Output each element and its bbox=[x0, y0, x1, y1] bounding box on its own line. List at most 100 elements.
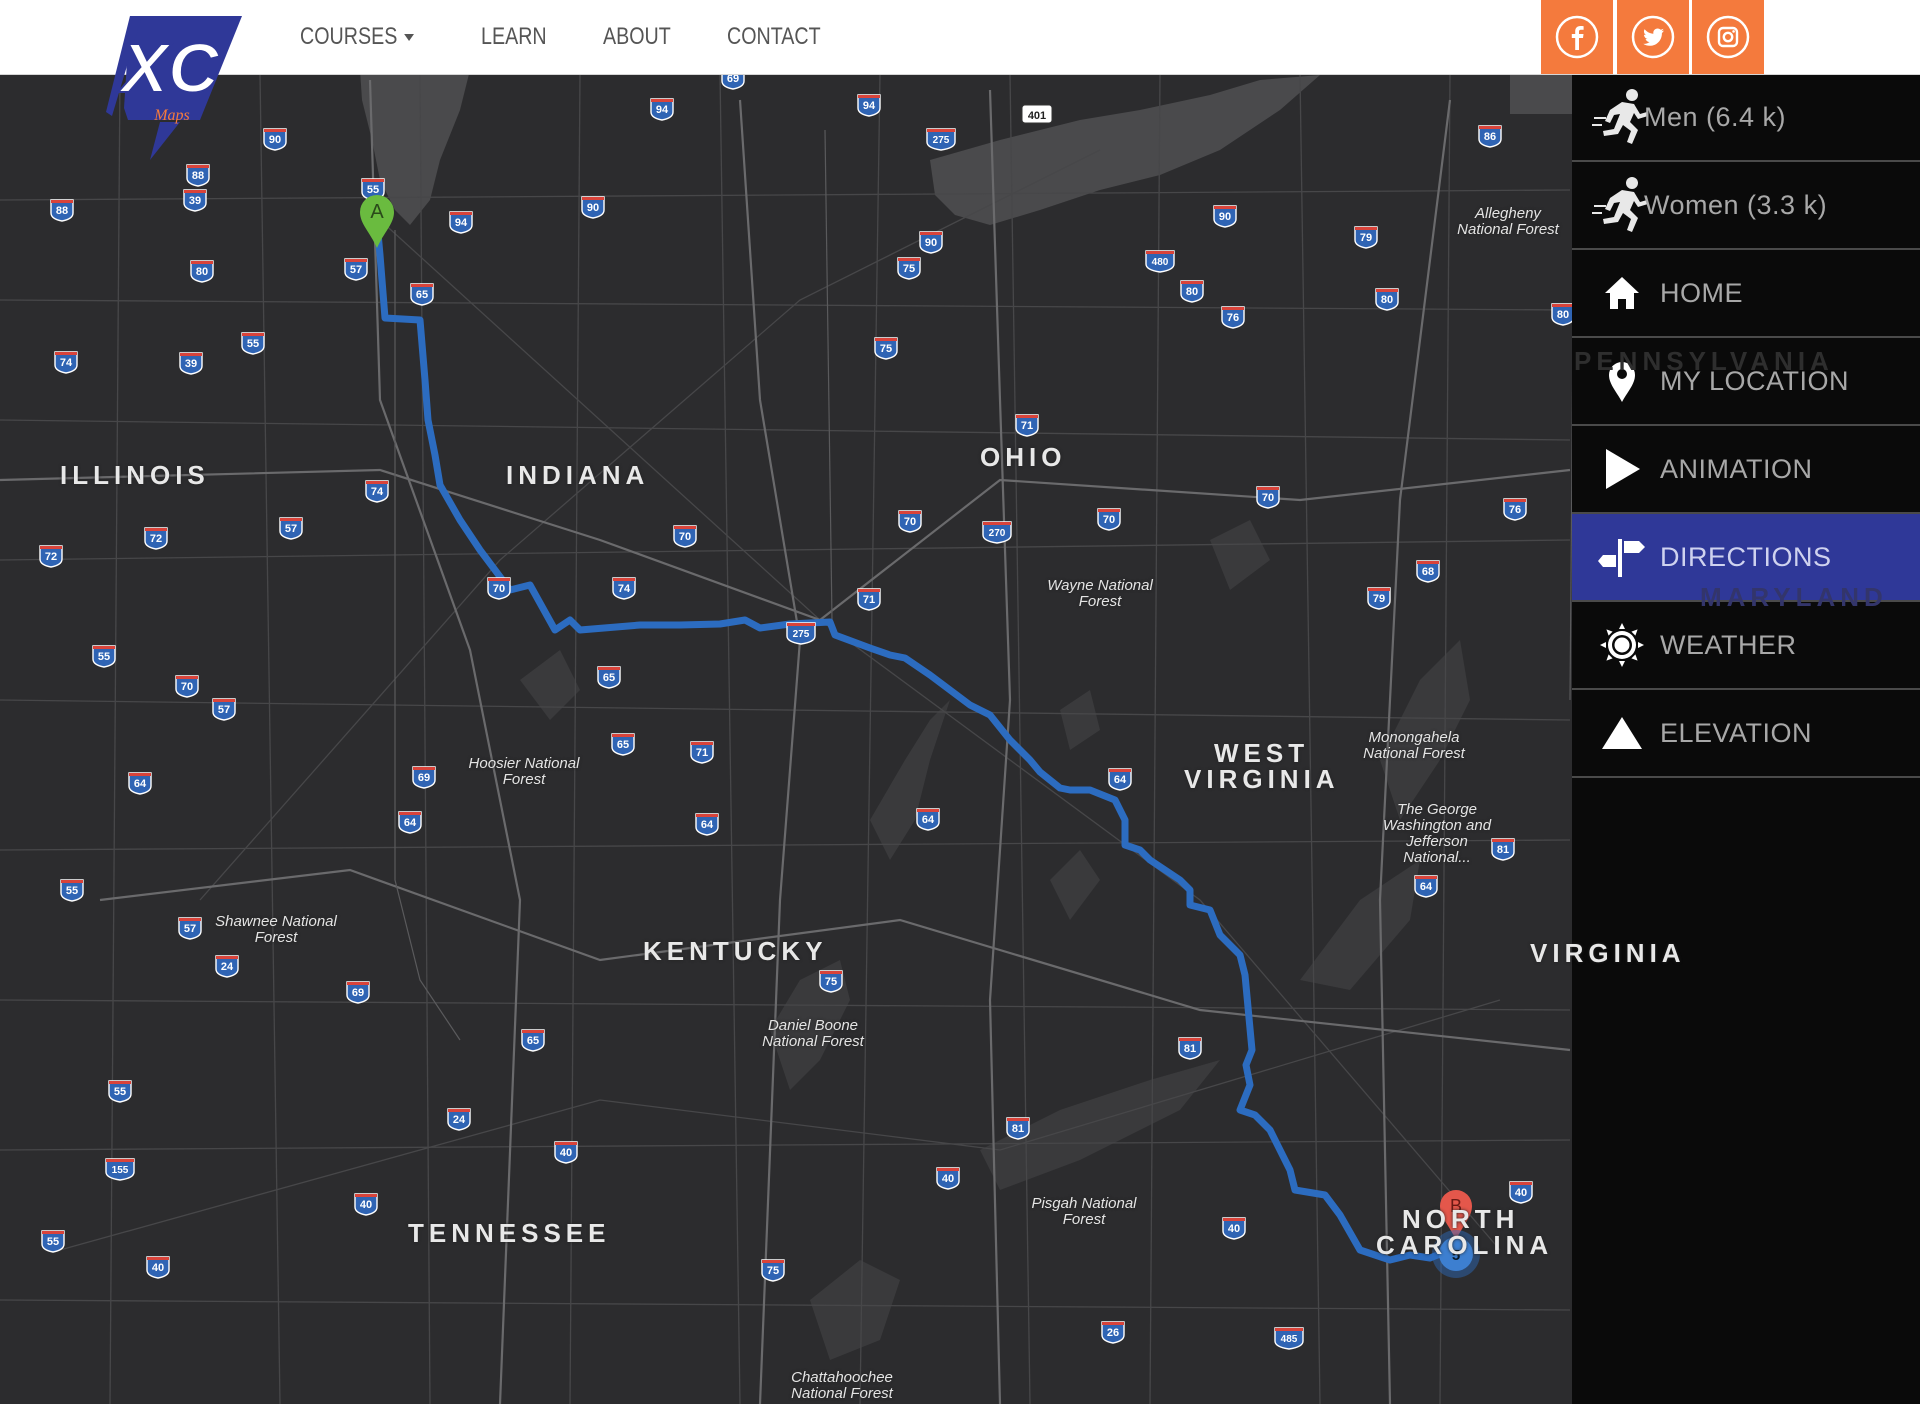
nav-contact[interactable]: CONTACT bbox=[727, 23, 821, 51]
svg-text:55: 55 bbox=[114, 1086, 126, 1098]
sidebar-item-women[interactable]: Women (3.3 k) bbox=[1572, 162, 1920, 250]
highway-shield: 24 bbox=[215, 955, 239, 978]
state-label-kentucky: KENTUCKY bbox=[643, 936, 828, 966]
svg-text:64: 64 bbox=[134, 778, 147, 790]
sidebar-item-men[interactable]: Men (6.4 k) bbox=[1572, 74, 1920, 162]
highway-shield: 81 bbox=[1006, 1117, 1030, 1140]
svg-text:65: 65 bbox=[617, 739, 629, 751]
instagram-button[interactable] bbox=[1692, 0, 1764, 74]
svg-text:70: 70 bbox=[679, 531, 691, 543]
highway-shield: 55 bbox=[60, 879, 84, 902]
highway-shield: 64 bbox=[916, 808, 940, 831]
highway-shield: 40 bbox=[1509, 1181, 1533, 1204]
highway-shield: 74 bbox=[612, 577, 636, 600]
highway-shield: 88 bbox=[186, 164, 210, 187]
highway-shield: 94 bbox=[650, 98, 674, 121]
svg-text:39: 39 bbox=[189, 195, 201, 207]
chevron-down-icon bbox=[403, 34, 414, 42]
sidebar-item-weather[interactable]: WEATHER bbox=[1572, 602, 1920, 690]
highway-shield: 40 bbox=[1222, 1217, 1246, 1240]
highway-shield: 57 bbox=[344, 258, 368, 281]
svg-text:57: 57 bbox=[184, 923, 196, 935]
highway-shield: 69 bbox=[346, 981, 370, 1004]
sidebar-item-elevation[interactable]: ELEVATION bbox=[1572, 690, 1920, 778]
state-label-maryland: MARYLAND bbox=[1700, 582, 1888, 612]
svg-text:275: 275 bbox=[793, 629, 810, 640]
highway-shield: 70 bbox=[175, 675, 199, 698]
forest-label-pisgah: Pisgah National Forest bbox=[1031, 1195, 1137, 1228]
highway-shield: 24 bbox=[447, 1108, 471, 1131]
svg-text:401: 401 bbox=[1028, 110, 1046, 122]
svg-text:485: 485 bbox=[1281, 1334, 1298, 1345]
highway-shield: 90 bbox=[919, 231, 943, 254]
sidebar-item-home[interactable]: HOME bbox=[1572, 250, 1920, 338]
sidebar-item-label: DIRECTIONS bbox=[1660, 541, 1832, 572]
highway-shield: 70 bbox=[1097, 508, 1121, 531]
svg-text:94: 94 bbox=[455, 217, 468, 229]
nav-courses[interactable]: COURSES bbox=[300, 23, 414, 51]
highway-shield: 76 bbox=[1503, 498, 1527, 521]
highway-shield: 275 bbox=[926, 128, 956, 151]
highway-shield: 57 bbox=[178, 917, 202, 940]
state-label-north-carolina: CAROLINA bbox=[1376, 1230, 1554, 1260]
svg-text:39: 39 bbox=[185, 358, 197, 370]
twitter-icon bbox=[1631, 15, 1675, 59]
svg-text:81: 81 bbox=[1497, 844, 1509, 856]
svg-text:79: 79 bbox=[1373, 593, 1385, 605]
svg-text:275: 275 bbox=[933, 135, 950, 146]
highway-shield: 65 bbox=[521, 1029, 545, 1052]
facebook-button[interactable] bbox=[1541, 0, 1613, 74]
svg-text:88: 88 bbox=[56, 205, 68, 217]
highway-shield: 75 bbox=[874, 337, 898, 360]
svg-text:270: 270 bbox=[989, 528, 1006, 539]
highway-shield: 81 bbox=[1491, 838, 1515, 861]
facebook-icon bbox=[1555, 15, 1599, 59]
highway-shield: 71 bbox=[857, 588, 881, 611]
svg-text:80: 80 bbox=[1381, 294, 1393, 306]
svg-text:90: 90 bbox=[269, 134, 281, 146]
svg-text:70: 70 bbox=[181, 681, 193, 693]
instagram-icon bbox=[1706, 15, 1750, 59]
forest-label-monongahela: Monongahela National Forest bbox=[1363, 729, 1465, 762]
svg-text:80: 80 bbox=[1557, 309, 1569, 321]
highway-shield: 90 bbox=[263, 128, 287, 151]
svg-text:55: 55 bbox=[47, 1236, 59, 1248]
svg-text:75: 75 bbox=[880, 343, 892, 355]
svg-text:40: 40 bbox=[1228, 1223, 1240, 1235]
sidebar-menu: Men (6.4 k) Women (3.3 k) HOME MY LOCATI… bbox=[1572, 74, 1920, 1404]
highway-shield: 68 bbox=[1416, 560, 1440, 583]
sidebar-item-animation[interactable]: ANIMATION bbox=[1572, 426, 1920, 514]
state-label-virginia: VIRGINIA bbox=[1530, 938, 1686, 968]
svg-text:88: 88 bbox=[192, 170, 204, 182]
svg-text:55: 55 bbox=[66, 885, 78, 897]
svg-text:XC: XC bbox=[117, 29, 220, 107]
sidebar-item-label: ELEVATION bbox=[1660, 717, 1813, 748]
svg-text:70: 70 bbox=[1262, 492, 1274, 504]
forest-label-hoosier: Hoosier National Forest bbox=[468, 755, 580, 788]
brand-logo[interactable]: XC Maps bbox=[100, 12, 248, 162]
sidebar-item-label: WEATHER bbox=[1660, 629, 1797, 660]
main-nav: COURSES LEARN ABOUT CONTACT bbox=[300, 0, 884, 74]
highway-shield: 88 bbox=[50, 199, 74, 222]
highway-shield: 75 bbox=[761, 1259, 785, 1282]
svg-text:75: 75 bbox=[767, 1265, 779, 1277]
highway-shield: 480 bbox=[1145, 250, 1175, 273]
nav-learn[interactable]: LEARN bbox=[481, 23, 547, 51]
svg-text:65: 65 bbox=[603, 672, 615, 684]
highway-shield: 39 bbox=[179, 352, 203, 375]
highway-shield: 71 bbox=[1015, 414, 1039, 437]
highway-shield: 64 bbox=[128, 772, 152, 795]
highway-shield: 40 bbox=[936, 1167, 960, 1190]
sun-icon bbox=[1590, 613, 1654, 677]
state-label-pennsylvania: PENNSYLVANIA bbox=[1574, 346, 1834, 376]
svg-text:90: 90 bbox=[587, 202, 599, 214]
nav-about[interactable]: ABOUT bbox=[603, 23, 671, 51]
forest-label-daniel-boone: Daniel Boone National Forest bbox=[762, 1017, 864, 1050]
highway-shield: 270 bbox=[982, 521, 1012, 544]
svg-text:80: 80 bbox=[196, 266, 208, 278]
highway-shield: 40 bbox=[354, 1193, 378, 1216]
svg-text:72: 72 bbox=[45, 551, 57, 563]
twitter-button[interactable] bbox=[1617, 0, 1689, 74]
sidebar-item-label: Women (3.3 k) bbox=[1644, 189, 1828, 220]
highway-shield: 401 bbox=[1021, 104, 1053, 124]
